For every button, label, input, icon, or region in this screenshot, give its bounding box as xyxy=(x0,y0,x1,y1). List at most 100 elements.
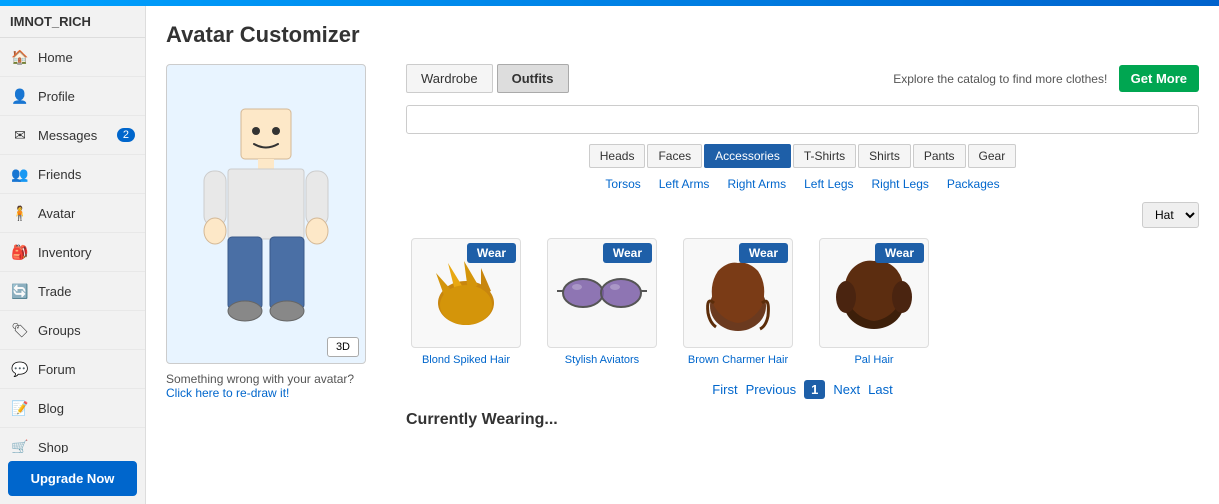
trade-icon: 🔄 xyxy=(10,281,30,301)
catalog-promo-text: Explore the catalog to find more clothes… xyxy=(893,72,1107,86)
pagination-current: 1 xyxy=(804,380,825,399)
content-area: 3D Something wrong with your avatar? Cli… xyxy=(166,64,1199,429)
cat-tab-faces[interactable]: Faces xyxy=(647,144,702,168)
3d-button[interactable]: 3D xyxy=(327,337,359,357)
item-image-wrapper-pal: Wear xyxy=(819,238,929,348)
avatar-preview: 3D xyxy=(166,64,366,364)
list-item: Wear Blond Spiked Hair xyxy=(406,238,526,366)
cat-tab-shirts[interactable]: Shirts xyxy=(858,144,911,168)
sidebar-item-shop[interactable]: 🛒 Shop xyxy=(0,428,145,453)
get-more-button[interactable]: Get More xyxy=(1119,65,1199,92)
sidebar-nav: 🏠 Home 👤 Profile ✉ Messages 2 👥 Friends … xyxy=(0,38,145,453)
item-name-pal[interactable]: Pal Hair xyxy=(854,354,893,366)
sidebar-item-label: Profile xyxy=(38,89,75,104)
sidebar-item-label: Groups xyxy=(38,323,81,338)
pagination-next[interactable]: Next xyxy=(833,382,860,397)
groups-icon: 🏷 xyxy=(10,320,30,340)
list-item: Wear Stylish Aviators xyxy=(542,238,662,366)
sidebar-item-blog[interactable]: 📝 Blog xyxy=(0,389,145,428)
avatar-redraw-link[interactable]: Click here to re-draw it! xyxy=(166,386,289,400)
sub-tab-left-legs[interactable]: Left Legs xyxy=(796,174,861,194)
cat-tab-accessories[interactable]: Accessories xyxy=(704,144,791,168)
item-image-wrapper-blond: Wear xyxy=(411,238,521,348)
sidebar-item-label: Home xyxy=(38,50,73,65)
sidebar-item-label: Inventory xyxy=(38,245,91,260)
inventory-icon: 🎒 xyxy=(10,242,30,262)
sub-tab-right-arms[interactable]: Right Arms xyxy=(719,174,794,194)
item-name-blond[interactable]: Blond Spiked Hair xyxy=(422,354,510,366)
item-name-aviators[interactable]: Stylish Aviators xyxy=(565,354,639,366)
main-content: Avatar Customizer xyxy=(146,6,1219,504)
filter-row: Hat xyxy=(406,202,1199,228)
sidebar-item-label: Messages xyxy=(38,128,97,143)
main-layout: IMNOT_RICH 🏠 Home 👤 Profile ✉ Messages 2… xyxy=(0,6,1219,504)
category-tabs: Heads Faces Accessories T-Shirts Shirts … xyxy=(406,144,1199,168)
pagination-first[interactable]: First xyxy=(712,382,737,397)
sub-tab-left-arms[interactable]: Left Arms xyxy=(651,174,718,194)
sidebar-item-label: Forum xyxy=(38,362,76,377)
brown-charmer-hair-img xyxy=(698,251,778,336)
upgrade-button[interactable]: Upgrade Now xyxy=(8,461,137,496)
blog-icon: 📝 xyxy=(10,398,30,418)
forum-icon: 💬 xyxy=(10,359,30,379)
tab-wardrobe[interactable]: Wardrobe xyxy=(406,64,493,93)
sidebar-item-trade[interactable]: 🔄 Trade xyxy=(0,272,145,311)
sidebar-item-messages[interactable]: ✉ Messages 2 xyxy=(0,116,145,155)
list-item: Wear Pal Hair xyxy=(814,238,934,366)
right-panel: Wardrobe Outfits Explore the catalog to … xyxy=(406,64,1199,429)
sidebar-item-inventory[interactable]: 🎒 Inventory xyxy=(0,233,145,272)
sidebar-item-label: Friends xyxy=(38,167,81,182)
wear-button-blond[interactable]: Wear xyxy=(467,243,516,263)
sidebar-item-forum[interactable]: 💬 Forum xyxy=(0,350,145,389)
messages-icon: ✉ xyxy=(10,125,30,145)
shop-icon: 🛒 xyxy=(10,437,30,453)
avatar-icon: 🧍 xyxy=(10,203,30,223)
pagination-last[interactable]: Last xyxy=(868,382,893,397)
tabs-row: Wardrobe Outfits Explore the catalog to … xyxy=(406,64,1199,93)
avatar-svg xyxy=(196,79,336,349)
sidebar-item-friends[interactable]: 👥 Friends xyxy=(0,155,145,194)
avatar-issue-text: Something wrong with your avatar? xyxy=(166,372,354,386)
sidebar-item-label: Blog xyxy=(38,401,64,416)
sidebar-item-label: Shop xyxy=(38,440,68,454)
stylish-aviators-img xyxy=(557,263,647,323)
sub-tabs: Torsos Left Arms Right Arms Left Legs Ri… xyxy=(406,174,1199,194)
cat-tab-gear[interactable]: Gear xyxy=(968,144,1017,168)
home-icon: 🏠 xyxy=(10,47,30,67)
cat-tab-heads[interactable]: Heads xyxy=(589,144,646,168)
wear-button-aviators[interactable]: Wear xyxy=(603,243,652,263)
sidebar-item-groups[interactable]: 🏷 Groups xyxy=(0,311,145,350)
sidebar-item-label: Avatar xyxy=(38,206,75,221)
sub-tab-torsos[interactable]: Torsos xyxy=(597,174,648,194)
wear-button-brown[interactable]: Wear xyxy=(739,243,788,263)
tab-outfits[interactable]: Outfits xyxy=(497,64,569,93)
wear-button-pal[interactable]: Wear xyxy=(875,243,924,263)
pagination: First Previous 1 Next Last xyxy=(406,380,1199,399)
catalog-promo: Explore the catalog to find more clothes… xyxy=(893,65,1199,92)
profile-icon: 👤 xyxy=(10,86,30,106)
blond-spiked-hair-img xyxy=(426,253,506,333)
item-image-wrapper-aviators: Wear xyxy=(547,238,657,348)
sidebar-item-home[interactable]: 🏠 Home xyxy=(0,38,145,77)
cat-tab-t-shirts[interactable]: T-Shirts xyxy=(793,144,856,168)
items-grid: Wear Blond Spiked Hair xyxy=(406,238,1199,366)
item-image-wrapper-brown: Wear xyxy=(683,238,793,348)
pal-hair-img xyxy=(834,253,914,333)
currently-wearing-label: Currently Wearing... xyxy=(406,411,1199,429)
page-title: Avatar Customizer xyxy=(166,22,1199,48)
filter-select[interactable]: Hat xyxy=(1142,202,1199,228)
sub-tab-right-legs[interactable]: Right Legs xyxy=(864,174,937,194)
sub-tab-packages[interactable]: Packages xyxy=(939,174,1008,194)
friends-icon: 👥 xyxy=(10,164,30,184)
pagination-previous[interactable]: Previous xyxy=(746,382,797,397)
search-input[interactable] xyxy=(406,105,1199,134)
item-name-brown[interactable]: Brown Charmer Hair xyxy=(688,354,788,366)
sidebar-item-profile[interactable]: 👤 Profile xyxy=(0,77,145,116)
messages-badge: 2 xyxy=(117,128,135,142)
cat-tab-pants[interactable]: Pants xyxy=(913,144,966,168)
avatar-issue: Something wrong with your avatar? Click … xyxy=(166,372,386,400)
sidebar-item-avatar[interactable]: 🧍 Avatar xyxy=(0,194,145,233)
sidebar-username: IMNOT_RICH xyxy=(0,6,145,38)
sidebar-item-label: Trade xyxy=(38,284,71,299)
sidebar: IMNOT_RICH 🏠 Home 👤 Profile ✉ Messages 2… xyxy=(0,6,146,504)
